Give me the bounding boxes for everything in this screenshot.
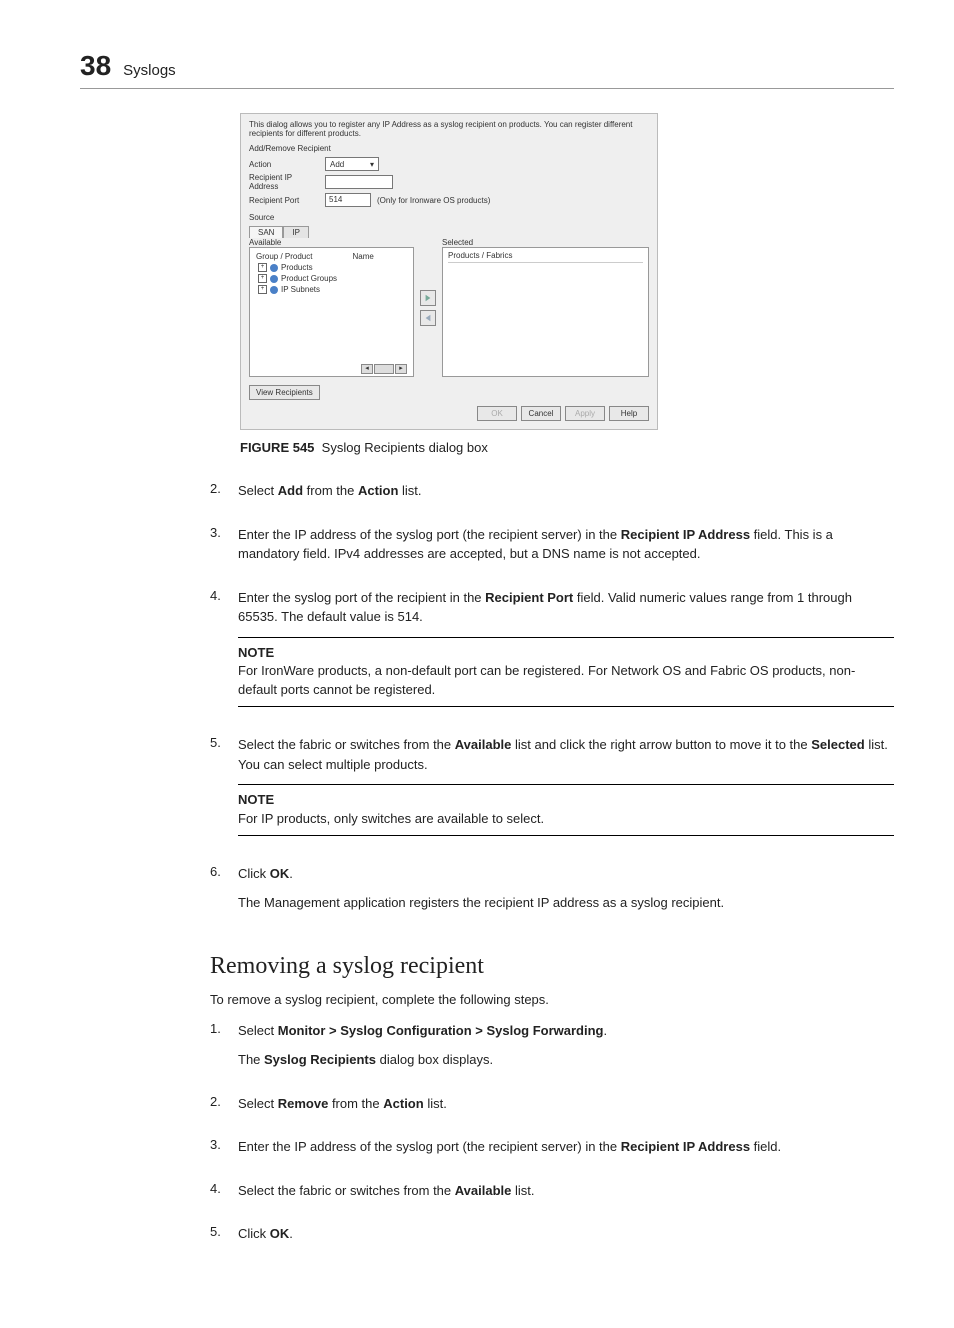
move-left-button[interactable] <box>420 310 436 326</box>
step-number: 3. <box>210 1137 238 1167</box>
tree-item-products[interactable]: + Products <box>258 263 407 272</box>
dialog-intro-text: This dialog allows you to register any I… <box>249 120 649 138</box>
note-title: NOTE <box>238 644 894 663</box>
label-source: Source <box>249 213 649 222</box>
available-col-group: Group / Product <box>256 252 312 261</box>
note-title: NOTE <box>238 791 894 810</box>
available-col-name: Name <box>352 252 373 261</box>
arrow-right-icon <box>424 294 432 302</box>
figure-caption-text: Syslog Recipients dialog box <box>322 440 488 455</box>
step-number: 3. <box>210 525 238 574</box>
step-number: 6. <box>210 864 238 923</box>
view-recipients-button[interactable]: View Recipients <box>249 385 320 400</box>
label-action: Action <box>249 160 319 169</box>
mover-buttons <box>420 238 436 377</box>
sec2-step-1: 1. Select Monitor > Syslog Configuration… <box>210 1021 894 1080</box>
page-title: Syslogs <box>123 62 176 79</box>
note-block: NOTE For IronWare products, a non-defaul… <box>238 637 894 708</box>
expand-icon[interactable]: + <box>258 285 267 294</box>
folder-icon <box>270 286 278 294</box>
source-tabs: SAN IP <box>249 226 649 238</box>
main-content: 2. Select Add from the Action list. 3. E… <box>210 481 894 1254</box>
tree-label: Products <box>281 263 313 272</box>
port-note: (Only for Ironware OS products) <box>377 196 490 205</box>
tree-label: Product Groups <box>281 274 337 283</box>
sec2-step-4: 4. Select the fabric or switches from th… <box>210 1181 894 1211</box>
note-text: For IronWare products, a non-default por… <box>238 663 855 697</box>
help-button[interactable]: Help <box>609 406 649 421</box>
recipient-ip-input[interactable] <box>325 175 393 189</box>
step-number: 2. <box>210 1094 238 1124</box>
tab-san[interactable]: SAN <box>249 226 283 238</box>
arrow-left-icon <box>424 314 432 322</box>
sec2-step-3: 3. Enter the IP address of the syslog po… <box>210 1137 894 1167</box>
step-2: 2. Select Add from the Action list. <box>210 481 894 511</box>
move-right-button[interactable] <box>420 290 436 306</box>
label-recipient-port: Recipient Port <box>249 196 319 205</box>
tree-item-ip-subnets[interactable]: + IP Subnets <box>258 285 407 294</box>
action-select-value: Add <box>330 160 344 169</box>
horizontal-scrollbar[interactable]: ◂ ▸ <box>361 364 407 374</box>
sec2-step-2: 2. Select Remove from the Action list. <box>210 1094 894 1124</box>
section-add-remove-recipient: Add/Remove Recipient <box>249 144 649 153</box>
figure-label: FIGURE 545 <box>240 440 314 455</box>
step-6-result: The Management application registers the… <box>238 893 894 913</box>
tab-ip[interactable]: IP <box>283 226 309 238</box>
sec2-step-5: 5. Click OK. <box>210 1224 894 1254</box>
step-6: 6. Click OK. The Management application … <box>210 864 894 923</box>
dialog-syslog-recipients: This dialog allows you to register any I… <box>240 113 658 430</box>
scroll-left-icon[interactable]: ◂ <box>361 364 373 374</box>
available-panel: Group / Product Name + Products + Produc… <box>249 247 414 377</box>
available-title: Available <box>249 238 414 247</box>
apply-button[interactable]: Apply <box>565 406 605 421</box>
section2-lead: To remove a syslog recipient, complete t… <box>210 992 894 1007</box>
page-header: 38 Syslogs <box>80 50 894 89</box>
label-recipient-ip: Recipient IP Address <box>249 173 319 191</box>
ok-button[interactable]: OK <box>477 406 517 421</box>
step-number: 5. <box>210 1224 238 1254</box>
step-number: 4. <box>210 588 238 722</box>
selected-title: Selected <box>442 238 649 247</box>
selected-panel: Products / Fabrics <box>442 247 649 377</box>
step-4: 4. Enter the syslog port of the recipien… <box>210 588 894 722</box>
note-block: NOTE For IP products, only switches are … <box>238 784 894 836</box>
heading-removing-syslog-recipient: Removing a syslog recipient <box>210 953 894 980</box>
step-number: 2. <box>210 481 238 511</box>
tree-label: IP Subnets <box>281 285 320 294</box>
chevron-down-icon: ▾ <box>370 160 374 169</box>
expand-icon[interactable]: + <box>258 274 267 283</box>
step-number: 4. <box>210 1181 238 1211</box>
step-number: 5. <box>210 735 238 850</box>
step-number: 1. <box>210 1021 238 1080</box>
cancel-button[interactable]: Cancel <box>521 406 561 421</box>
expand-icon[interactable]: + <box>258 263 267 272</box>
note-text: For IP products, only switches are avail… <box>238 811 544 826</box>
folder-icon <box>270 264 278 272</box>
step-5: 5. Select the fabric or switches from th… <box>210 735 894 850</box>
recipient-port-input[interactable]: 514 <box>325 193 371 207</box>
selected-col-products: Products / Fabrics <box>448 251 643 263</box>
step-3: 3. Enter the IP address of the syslog po… <box>210 525 894 574</box>
folder-icon <box>270 275 278 283</box>
tree-item-product-groups[interactable]: + Product Groups <box>258 274 407 283</box>
scroll-right-icon[interactable]: ▸ <box>395 364 407 374</box>
figure-caption: FIGURE 545 Syslog Recipients dialog box <box>240 440 894 455</box>
page-number: 38 <box>80 50 111 82</box>
scroll-thumb[interactable] <box>374 364 394 374</box>
action-select[interactable]: Add ▾ <box>325 157 379 171</box>
